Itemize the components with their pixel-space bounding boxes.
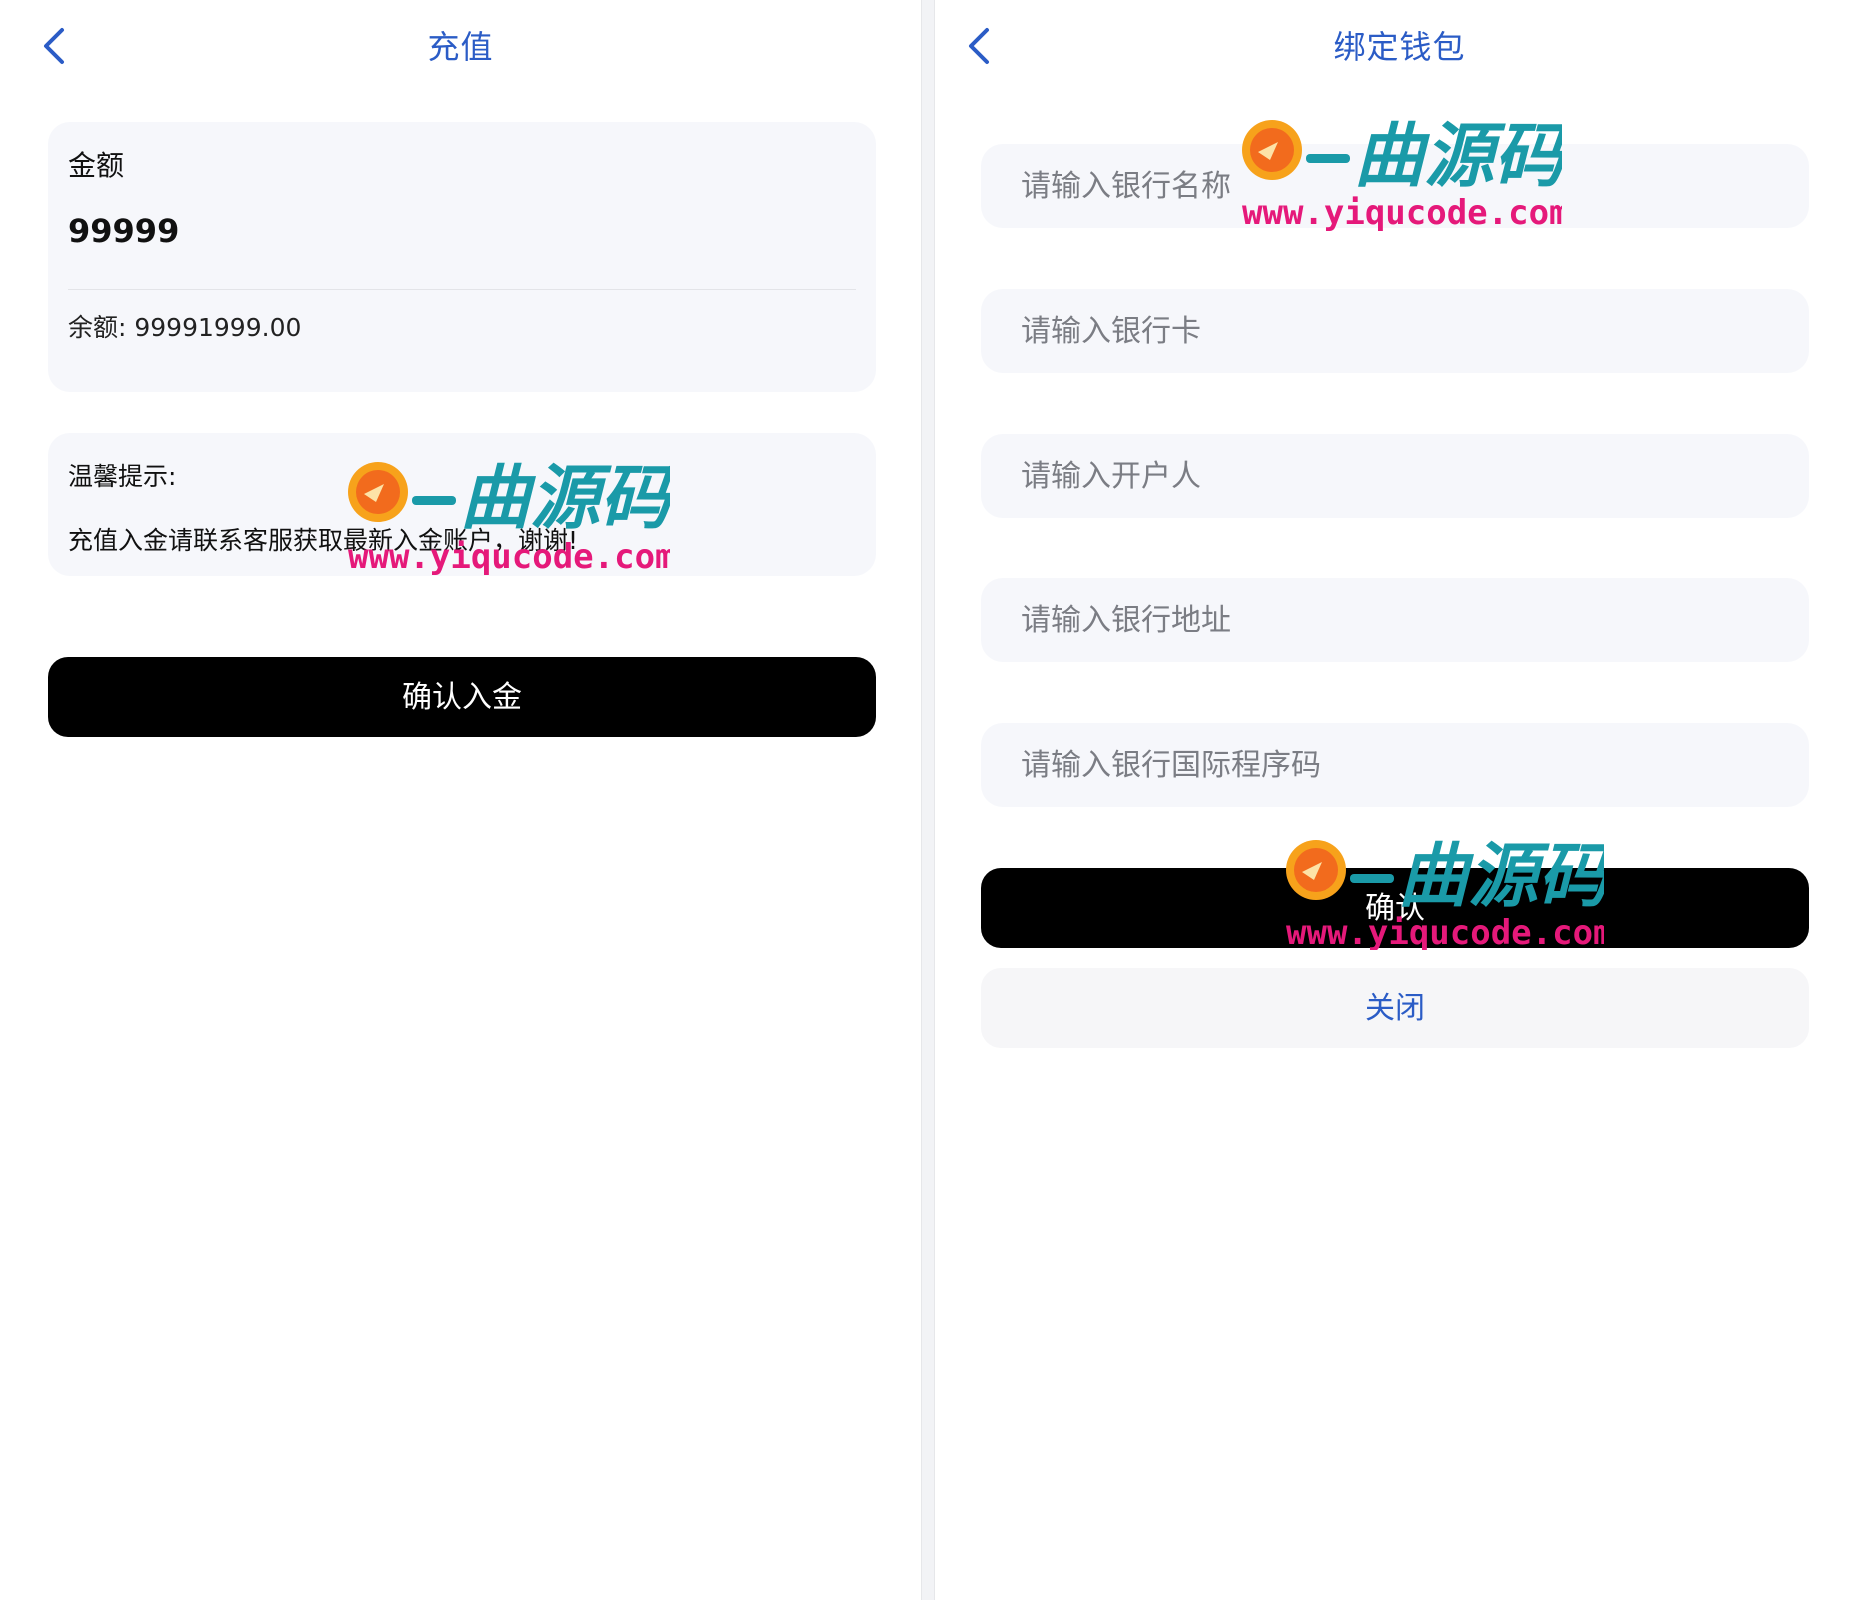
balance-text: 余额: 99991999.00 (68, 313, 302, 342)
tips-card: 温馨提示: 充值入金请联系客服获取最新入金账户，谢谢! (48, 433, 876, 576)
tips-title: 温馨提示: (68, 462, 177, 491)
bank-address-input[interactable] (981, 578, 1809, 662)
amount-value[interactable]: 99999 (68, 212, 179, 250)
amount-card: 金额 99999 余额: 99991999.00 (48, 122, 876, 392)
nav-header: 绑定钱包 (935, 0, 1864, 90)
page-title: 绑定钱包 (1333, 28, 1466, 66)
account-holder-input[interactable] (981, 434, 1809, 518)
nav-header: 充值 (0, 0, 921, 90)
confirm-button[interactable]: 确认 (981, 868, 1809, 948)
amount-label: 金额 (68, 149, 125, 182)
bank-name-input[interactable] (981, 144, 1809, 228)
bank-card-input[interactable] (981, 289, 1809, 373)
divider (68, 289, 856, 290)
confirm-deposit-button[interactable]: 确认入金 (48, 657, 876, 737)
page-title: 充值 (427, 28, 494, 66)
swift-code-input[interactable] (981, 723, 1809, 807)
bind-wallet-screen: 绑定钱包 确认 关闭 (934, 0, 1864, 1600)
tips-body: 充值入金请联系客服获取最新入金账户，谢谢! (68, 526, 579, 555)
recharge-screen: 充值 金额 99999 余额: 99991999.00 温馨提示: 充值入金请联… (0, 0, 922, 1600)
close-button[interactable]: 关闭 (981, 968, 1809, 1048)
